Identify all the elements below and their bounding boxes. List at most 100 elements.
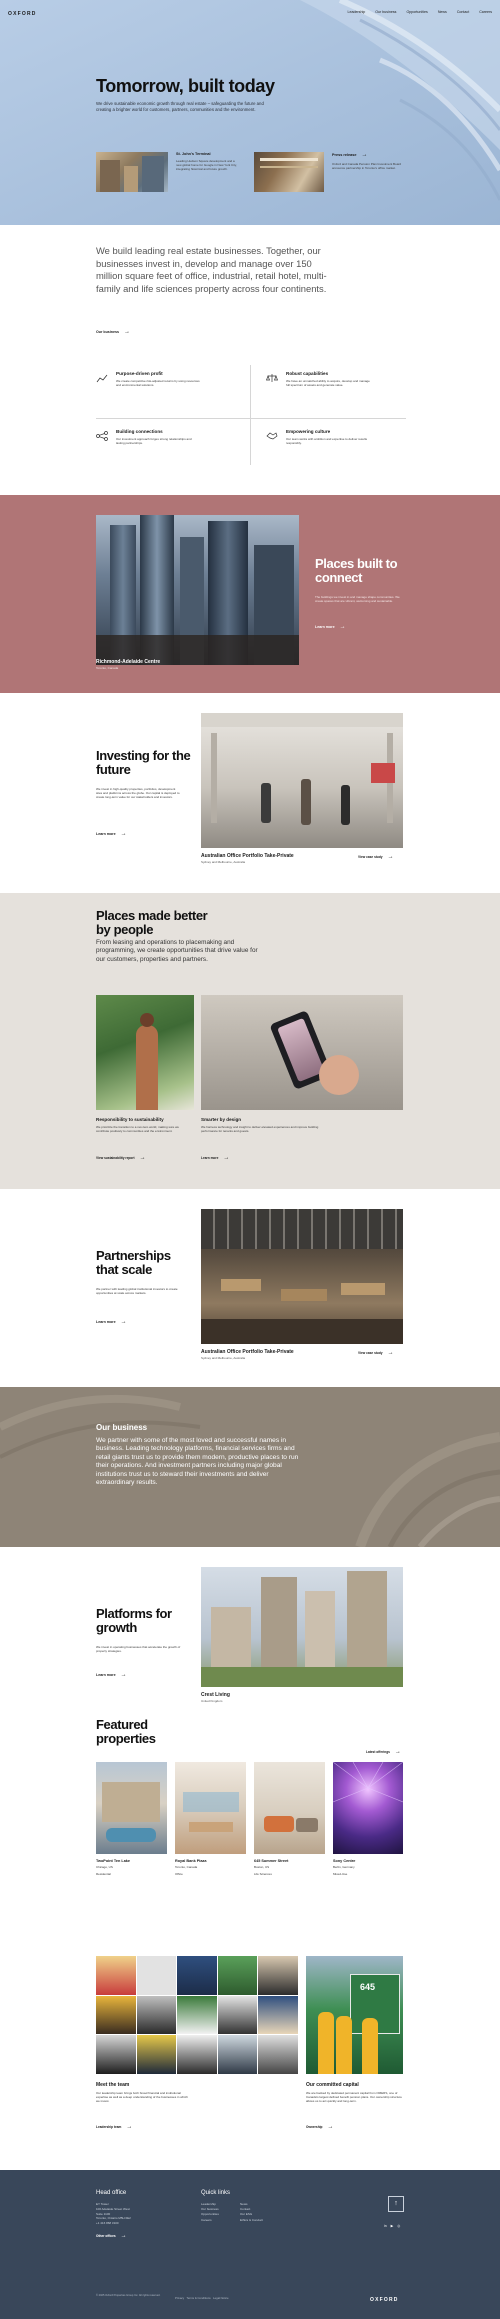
- featured-title: Featured properties: [96, 1717, 156, 1746]
- investing-image-lobby[interactable]: [201, 713, 403, 848]
- team-photo: [136, 1995, 177, 2035]
- people-item-title-sustainability: Responsibility to sustainability: [96, 1117, 164, 1122]
- property-image-royal-bank-plaza[interactable]: [175, 1762, 246, 1854]
- feature-grid-divider-v: [250, 365, 251, 465]
- footer-social: in ▶ ◎: [384, 2224, 400, 2228]
- team-photo: [217, 1956, 258, 1995]
- property-name-3[interactable]: 645 Summer Street: [254, 1859, 288, 1863]
- arrow-right-icon: →: [327, 2124, 334, 2130]
- footer-link-opportunities[interactable]: Opportunities: [201, 2212, 219, 2217]
- property-name-2[interactable]: Royal Bank Plaza: [175, 1859, 206, 1863]
- places-image-richmond-adelaide[interactable]: [96, 515, 299, 665]
- footer-link-ethics[interactable]: Ethics & Conduct: [240, 2218, 263, 2223]
- people-section: Places made better by people From leasin…: [0, 893, 500, 1189]
- feature-grid-divider-h: [96, 418, 406, 419]
- property-type-1: Residential: [96, 1872, 111, 1876]
- arrow-right-icon: →: [394, 1749, 401, 1755]
- hero-card-text-press-release: Oxford and Canada Pension Plan Investmen…: [332, 162, 402, 171]
- nav-contact[interactable]: Contact: [457, 10, 469, 14]
- places-learn-more-link[interactable]: Learn more →: [315, 624, 346, 630]
- people-image-smarter-design[interactable]: [201, 995, 403, 1110]
- people-sustainability-report-link[interactable]: View sustainability report →: [96, 1155, 146, 1161]
- hero-section: OXFORD Leadership Our business Opportuni…: [0, 0, 500, 225]
- footer-quick-links-title: Quick links: [201, 2190, 231, 2196]
- property-image-sony-centre[interactable]: [333, 1762, 403, 1854]
- platforms-learn-more-link[interactable]: Learn more →: [96, 1672, 127, 1678]
- footer: Head office EY Tower 100 Adelaide Street…: [0, 2170, 500, 2319]
- investing-text: We invest in high-quality properties, po…: [96, 787, 180, 800]
- feature-title-capabilities: Robust capabilities: [286, 371, 329, 376]
- nav-careers[interactable]: Careers: [479, 10, 492, 14]
- business-text: We partner with some of the most loved a…: [96, 1437, 299, 1487]
- arrow-right-icon: →: [120, 1319, 127, 1325]
- featured-latest-offerings-link[interactable]: Latest offerings →: [366, 1749, 401, 1755]
- instagram-icon[interactable]: ◎: [397, 2224, 400, 2228]
- capital-title: Our committed capital: [306, 2082, 359, 2088]
- capital-image-train-workers[interactable]: 645: [306, 1956, 403, 2074]
- nav-leadership[interactable]: Leadership: [347, 10, 365, 14]
- youtube-icon[interactable]: ▶: [391, 2224, 394, 2228]
- nav-opportunities[interactable]: Opportunities: [406, 10, 427, 14]
- team-photo-grid[interactable]: [96, 1956, 298, 2074]
- intro-our-business-link[interactable]: Our business →: [96, 329, 130, 335]
- feature-title-culture: Empowering culture: [286, 429, 331, 434]
- feature-title-profit: Purpose-driven profit: [116, 371, 163, 376]
- property-image-645-summer-street[interactable]: [254, 1762, 325, 1854]
- platforms-image-crest-living[interactable]: [201, 1567, 403, 1687]
- hero-card-title-st-johns[interactable]: St. John's Terminal: [176, 152, 211, 156]
- footer-address: EY Tower 100 Adelaide Street West Suite …: [96, 2202, 131, 2226]
- platforms-section: Platforms for growth We invest in operat…: [0, 1547, 500, 1712]
- footer-link-careers[interactable]: Careers: [201, 2218, 219, 2223]
- business-title: Our business: [96, 1423, 148, 1432]
- platforms-text: We invest in operating businesses that a…: [96, 1645, 181, 1654]
- partnerships-caption-sub: Sydney and Melbourne, Australia: [201, 1356, 246, 1360]
- partnerships-image-dining-hall[interactable]: [201, 1209, 403, 1344]
- team-capital-section: 645 Meet the team Our leadership team br…: [0, 1950, 500, 2170]
- feature-text-capabilities: We have an unmatched ability to acquire,…: [286, 379, 370, 388]
- footer-other-offices-link[interactable]: Other offices →: [96, 2233, 127, 2239]
- people-smarter-learn-more-link[interactable]: Learn more →: [201, 1155, 229, 1161]
- investing-case-study-link[interactable]: View case study →: [358, 854, 394, 860]
- back-to-top-button[interactable]: ↑: [388, 2196, 404, 2212]
- linkedin-icon[interactable]: in: [384, 2224, 387, 2228]
- team-photo: [217, 1995, 258, 2035]
- footer-copyright: © 2025 Oxford Properties Group Inc. All …: [96, 2294, 161, 2297]
- places-caption: Richmond-Adelaide Centre: [96, 659, 161, 665]
- investing-learn-more-link[interactable]: Learn more →: [96, 831, 127, 837]
- partnerships-case-study-link[interactable]: View case study →: [358, 1350, 394, 1356]
- property-name-1[interactable]: TwoPoint Ten Lake: [96, 1859, 130, 1863]
- team-leadership-link[interactable]: Leadership team →: [96, 2124, 132, 2130]
- team-photo: [96, 1956, 136, 1995]
- footer-legal-links[interactable]: Privacy Terms & Conditions Legal Notice: [175, 2296, 229, 2300]
- nav-news[interactable]: News: [438, 10, 447, 14]
- team-photo: [177, 2035, 217, 2074]
- hero-card-image-press-release[interactable]: [254, 152, 324, 192]
- people-image-sustainability[interactable]: [96, 995, 194, 1110]
- capital-ownership-link[interactable]: Ownership →: [306, 2124, 333, 2130]
- partnerships-section: Partnerships that scale We partner with …: [0, 1189, 500, 1387]
- investing-title: Investing for the future: [96, 748, 191, 777]
- investing-section: Investing for the future We invest in hi…: [0, 693, 500, 893]
- property-image-twopoint-ten-lake[interactable]: [96, 1762, 167, 1854]
- arrow-right-icon: →: [387, 854, 394, 860]
- capital-text: We are backed by dedicated permanent cap…: [306, 2091, 402, 2104]
- feature-text-profit: We create competitive risk-adjusted retu…: [116, 379, 200, 388]
- logo[interactable]: OXFORD: [8, 11, 37, 17]
- footer-logo[interactable]: OXFORD: [370, 2297, 399, 2303]
- people-item-text-sustainability: We prioritize the transition to a net-ze…: [96, 1125, 179, 1134]
- property-type-4: Mixed-Use: [333, 1872, 348, 1876]
- arrow-right-icon: →: [361, 152, 368, 158]
- property-name-4[interactable]: Sony Centre: [333, 1859, 355, 1863]
- arrow-right-icon: →: [120, 831, 127, 837]
- footer-address-line[interactable]: +1 416 868 3100: [96, 2221, 131, 2226]
- platforms-caption-sub: United Kingdom: [201, 1699, 223, 1703]
- places-text: The buildings we invest in and manage sh…: [315, 595, 400, 604]
- hero-card-text-st-johns: Leading Hudson Square development and a …: [176, 159, 237, 172]
- hero-card-image-st-johns[interactable]: [96, 152, 168, 192]
- hero-card-title-press-release[interactable]: Press release →: [332, 152, 368, 158]
- team-photo: [258, 2035, 298, 2074]
- partnerships-learn-more-link[interactable]: Learn more →: [96, 1319, 127, 1325]
- nav-our-business[interactable]: Our business: [375, 10, 396, 14]
- team-text: Our leadership team brings both broad fi…: [96, 2091, 188, 2104]
- property-city-2: Toronto, Canada: [175, 1865, 198, 1869]
